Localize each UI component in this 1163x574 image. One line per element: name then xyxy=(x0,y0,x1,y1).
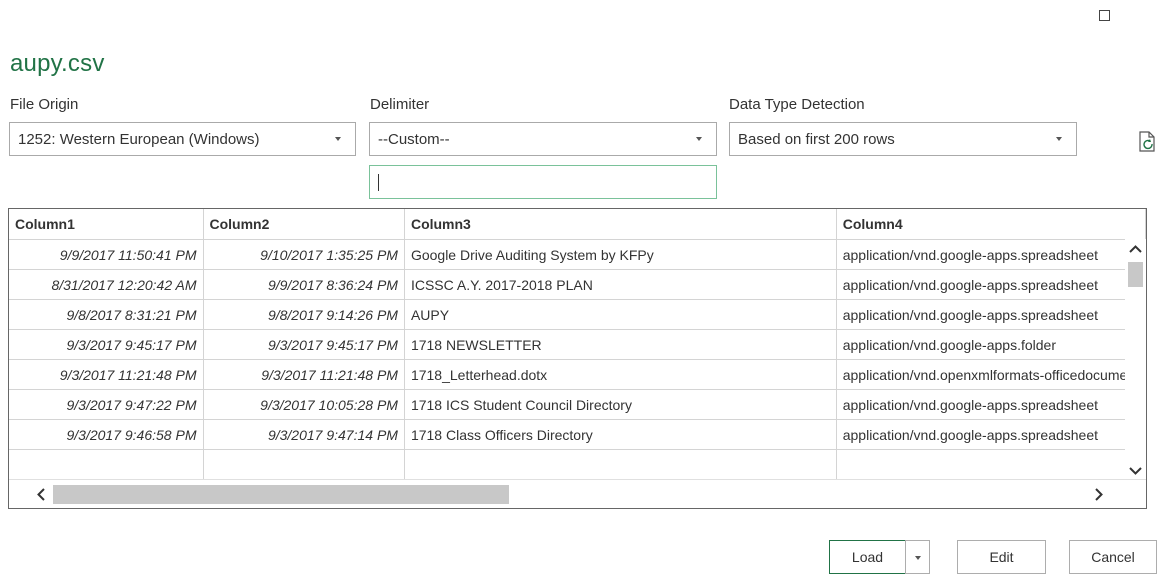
table-cell: ICSSC A.Y. 2017-2018 PLAN xyxy=(404,269,837,300)
chevron-left-icon[interactable] xyxy=(35,487,47,502)
chevron-down-icon xyxy=(1056,137,1062,141)
chevron-right-icon[interactable] xyxy=(1093,487,1105,502)
table-row: 9/3/2017 9:47:22 PM 9/3/2017 10:05:28 PM… xyxy=(9,389,1146,420)
table-cell: 9/8/2017 9:14:26 PM xyxy=(203,299,405,330)
refresh-preview-icon[interactable] xyxy=(1137,131,1157,153)
header-row: Column1 Column2 Column3 Column4 xyxy=(9,209,1146,240)
column-header[interactable]: Column4 xyxy=(836,209,1146,240)
delimiter-label: Delimiter xyxy=(370,96,430,113)
table-row: 9/3/2017 9:46:58 PM 9/3/2017 9:47:14 PM … xyxy=(9,419,1146,450)
table-cell: 9/8/2017 8:31:21 PM xyxy=(9,299,204,330)
column-header[interactable]: Column2 xyxy=(203,209,405,240)
table-row xyxy=(9,449,1146,480)
table-cell: application/vnd.google-apps.spreadsheet xyxy=(836,389,1146,420)
maximize-icon[interactable] xyxy=(1099,10,1110,21)
table-cell: application/vnd.openxmlformats-officedoc… xyxy=(836,359,1146,390)
table-cell: 9/3/2017 10:05:28 PM xyxy=(203,389,405,420)
table-cell: 9/3/2017 9:47:14 PM xyxy=(203,419,405,450)
table-cell xyxy=(404,449,837,480)
detection-value: Based on first 200 rows xyxy=(738,131,895,148)
table-row: 8/31/2017 12:20:42 AM 9/9/2017 8:36:24 P… xyxy=(9,269,1146,300)
column-header[interactable]: Column3 xyxy=(404,209,837,240)
table-cell: application/vnd.google-apps.spreadsheet xyxy=(836,239,1146,270)
table-cell: application/vnd.google-apps.spreadsheet xyxy=(836,419,1146,450)
table-cell: application/vnd.google-apps.folder xyxy=(836,329,1146,360)
table-cell: application/vnd.google-apps.spreadsheet xyxy=(836,299,1146,330)
preview-table: Column1 Column2 Column3 Column4 9/9/2017… xyxy=(8,208,1147,509)
table-cell xyxy=(836,449,1146,480)
chevron-down-icon xyxy=(696,137,702,141)
table-row: 9/8/2017 8:31:21 PM 9/8/2017 9:14:26 PM … xyxy=(9,299,1146,330)
table-cell: 9/3/2017 9:46:58 PM xyxy=(9,419,204,450)
delimiter-value: --Custom-- xyxy=(378,131,450,148)
table-row: 9/9/2017 11:50:41 PM 9/10/2017 1:35:25 P… xyxy=(9,239,1146,270)
chevron-down-icon[interactable] xyxy=(1128,465,1143,477)
table-cell: 1718 Class Officers Directory xyxy=(404,419,837,450)
table-cell: 8/31/2017 12:20:42 AM xyxy=(9,269,204,300)
edit-button[interactable]: Edit xyxy=(957,540,1046,574)
file-origin-dropdown[interactable]: 1252: Western European (Windows) xyxy=(9,122,356,156)
horizontal-scroll-thumb[interactable] xyxy=(53,485,509,504)
table-row: 9/3/2017 11:21:48 PM 9/3/2017 11:21:48 P… xyxy=(9,359,1146,390)
detection-label: Data Type Detection xyxy=(729,96,865,113)
chevron-down-icon xyxy=(915,556,921,560)
table-cell: 9/3/2017 9:47:22 PM xyxy=(9,389,204,420)
table-cell xyxy=(203,449,405,480)
vertical-scroll-thumb[interactable] xyxy=(1128,262,1143,287)
table-cell: 1718 NEWSLETTER xyxy=(404,329,837,360)
horizontal-scrollbar[interactable] xyxy=(9,479,1146,508)
file-origin-value: 1252: Western European (Windows) xyxy=(18,131,260,148)
load-options-button[interactable] xyxy=(905,540,930,574)
table-cell: 9/3/2017 9:45:17 PM xyxy=(203,329,405,360)
vertical-scrollbar[interactable] xyxy=(1125,239,1146,479)
table-cell: application/vnd.google-apps.spreadsheet xyxy=(836,269,1146,300)
table-cell: 9/9/2017 8:36:24 PM xyxy=(203,269,405,300)
table-cell xyxy=(9,449,204,480)
text-caret xyxy=(378,174,379,191)
table-cell: 9/3/2017 11:21:48 PM xyxy=(203,359,405,390)
chevron-up-icon[interactable] xyxy=(1128,243,1143,255)
data-table: Column1 Column2 Column3 Column4 9/9/2017… xyxy=(9,209,1146,480)
load-button[interactable]: Load xyxy=(829,540,906,574)
table-cell: 1718_Letterhead.dotx xyxy=(404,359,837,390)
table-cell: AUPY xyxy=(404,299,837,330)
table-cell: 1718 ICS Student Council Directory xyxy=(404,389,837,420)
cancel-button[interactable]: Cancel xyxy=(1069,540,1157,574)
table-cell: 9/3/2017 9:45:17 PM xyxy=(9,329,204,360)
custom-delimiter-input[interactable] xyxy=(369,165,717,199)
file-origin-label: File Origin xyxy=(10,96,79,113)
detection-dropdown[interactable]: Based on first 200 rows xyxy=(729,122,1077,156)
chevron-down-icon xyxy=(335,137,341,141)
table-cell: 9/3/2017 11:21:48 PM xyxy=(9,359,204,390)
delimiter-dropdown[interactable]: --Custom-- xyxy=(369,122,717,156)
table-cell: Google Drive Auditing System by KFPy xyxy=(404,239,837,270)
table-cell: 9/9/2017 11:50:41 PM xyxy=(9,239,204,270)
column-header[interactable]: Column1 xyxy=(9,209,204,240)
table-cell: 9/10/2017 1:35:25 PM xyxy=(203,239,405,270)
table-row: 9/3/2017 9:45:17 PM 9/3/2017 9:45:17 PM … xyxy=(9,329,1146,360)
dialog-title: aupy.csv xyxy=(10,50,105,77)
